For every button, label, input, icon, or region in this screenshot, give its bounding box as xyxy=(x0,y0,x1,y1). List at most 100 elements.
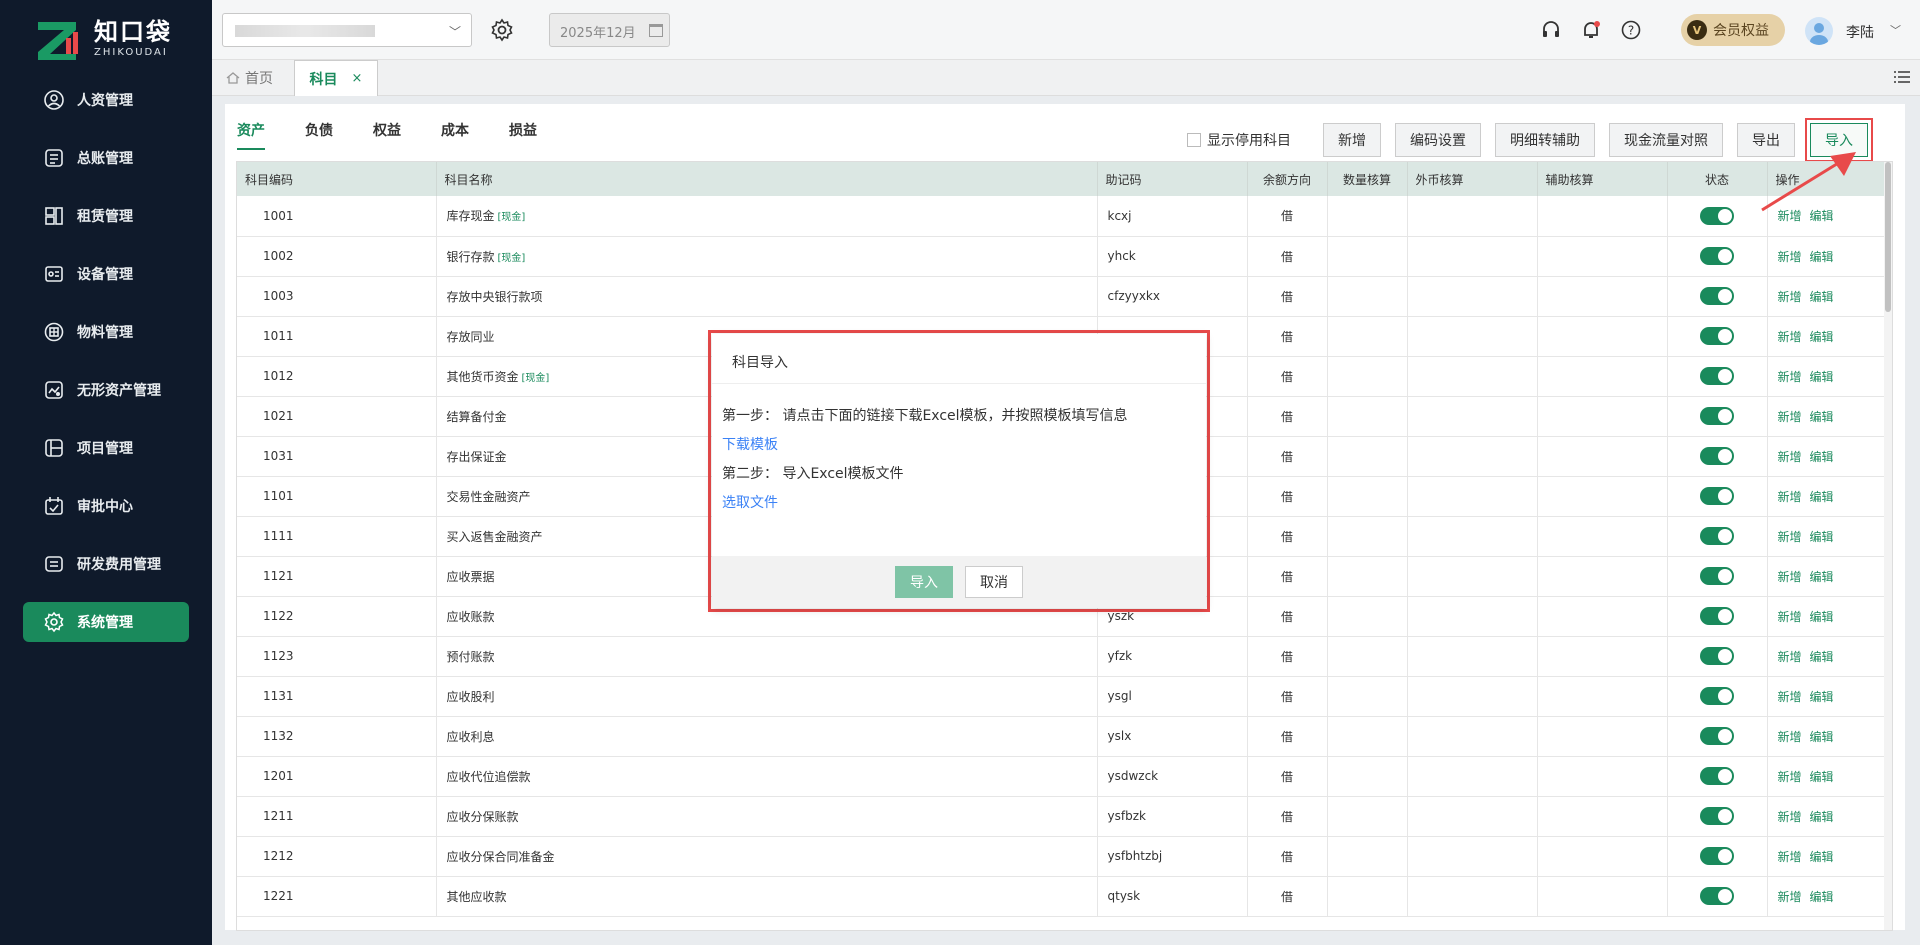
show-disabled-checkbox[interactable]: 显示停用科目 xyxy=(1187,130,1291,150)
sidebar-item-9[interactable]: 系统管理 xyxy=(23,602,189,642)
row-add-link[interactable]: 新增 xyxy=(1778,730,1802,744)
sidebar-item-8[interactable]: 研发费用管理 xyxy=(23,544,189,584)
download-template-link[interactable]: 下载模板 xyxy=(722,431,1206,460)
sidebar-item-3[interactable]: 设备管理 xyxy=(23,254,189,294)
scrollbar-thumb[interactable] xyxy=(1885,162,1891,312)
dialog-cancel-button[interactable]: 取消 xyxy=(965,566,1023,598)
table-row[interactable]: 1002 银行存款 [现金] yhck 借新增 编辑 xyxy=(237,236,1892,277)
sidebar-item-1[interactable]: 总账管理 xyxy=(23,138,189,178)
status-toggle[interactable] xyxy=(1700,407,1734,425)
row-edit-link[interactable]: 编辑 xyxy=(1810,250,1834,264)
row-add-link[interactable]: 新增 xyxy=(1778,530,1802,544)
row-add-link[interactable]: 新增 xyxy=(1778,490,1802,504)
tabs-list-menu-icon[interactable] xyxy=(1894,70,1910,84)
sidebar-item-2[interactable]: 租赁管理 xyxy=(23,196,189,236)
dialog-import-button[interactable]: 导入 xyxy=(895,566,953,598)
status-toggle[interactable] xyxy=(1700,887,1734,905)
sidebar-item-5[interactable]: 无形资产管理 xyxy=(23,370,189,410)
detail-to-aux-button[interactable]: 明细转辅助 xyxy=(1495,123,1595,157)
row-add-link[interactable]: 新增 xyxy=(1778,650,1802,664)
status-toggle[interactable] xyxy=(1700,687,1734,705)
status-toggle[interactable] xyxy=(1700,567,1734,585)
sidebar-item-6[interactable]: 项目管理 xyxy=(23,428,189,468)
chevron-down-icon[interactable]: ﹀ xyxy=(1890,22,1901,38)
table-row[interactable]: 1221 其他应收款 qtysk 借 新增 编辑 xyxy=(237,876,1892,917)
status-toggle[interactable] xyxy=(1700,206,1734,225)
status-toggle[interactable] xyxy=(1700,287,1734,305)
row-add-link[interactable]: 新增 xyxy=(1778,370,1802,384)
row-edit-link[interactable]: 编辑 xyxy=(1810,490,1834,504)
row-edit-link[interactable]: 编辑 xyxy=(1810,450,1834,464)
row-add-link[interactable]: 新增 xyxy=(1778,690,1802,704)
status-toggle[interactable] xyxy=(1700,847,1734,865)
sidebar-item-0[interactable]: 人资管理 xyxy=(23,80,189,120)
avatar[interactable] xyxy=(1805,17,1833,45)
row-edit-link[interactable]: 编辑 xyxy=(1810,570,1834,584)
close-icon[interactable]: × xyxy=(352,71,363,86)
status-toggle[interactable] xyxy=(1700,527,1734,545)
table-row[interactable]: 1123 预付账款 yfzk 借 新增 编辑 xyxy=(237,636,1892,677)
tab-subjects[interactable]: 科目 × xyxy=(294,60,378,96)
row-edit-link[interactable]: 编辑 xyxy=(1810,690,1834,704)
company-select[interactable]: ﹀ xyxy=(222,13,472,47)
help-question-icon[interactable]: ? xyxy=(1620,19,1642,41)
select-file-link[interactable]: 选取文件 xyxy=(722,489,1206,518)
category-tab-3[interactable]: 成本 xyxy=(441,120,469,150)
status-toggle[interactable] xyxy=(1700,807,1734,825)
row-edit-link[interactable]: 编辑 xyxy=(1810,730,1834,744)
row-add-link[interactable]: 新增 xyxy=(1778,410,1802,424)
table-scrollbar[interactable] xyxy=(1884,162,1892,930)
row-edit-link[interactable]: 编辑 xyxy=(1810,290,1834,304)
status-toggle[interactable] xyxy=(1700,727,1734,745)
row-edit-link[interactable]: 编辑 xyxy=(1810,410,1834,424)
row-add-link[interactable]: 新增 xyxy=(1778,610,1802,624)
notification-bell-icon[interactable] xyxy=(1580,19,1602,41)
category-tab-0[interactable]: 资产 xyxy=(237,120,265,150)
headset-icon[interactable] xyxy=(1540,19,1562,41)
add-button[interactable]: 新增 xyxy=(1323,123,1381,157)
row-add-link[interactable]: 新增 xyxy=(1778,570,1802,584)
row-edit-link[interactable]: 编辑 xyxy=(1810,370,1834,384)
row-add-link[interactable]: 新增 xyxy=(1778,890,1802,904)
status-toggle[interactable] xyxy=(1700,247,1734,265)
row-add-link[interactable]: 新增 xyxy=(1778,810,1802,824)
vip-benefits-button[interactable]: V 会员权益 xyxy=(1681,14,1785,46)
status-toggle[interactable] xyxy=(1700,767,1734,785)
username[interactable]: 李陆 xyxy=(1846,22,1874,42)
status-toggle[interactable] xyxy=(1700,647,1734,665)
table-row[interactable]: 1131 应收股利 ysgl 借 新增 编辑 xyxy=(237,676,1892,717)
table-row[interactable]: 1201 应收代位追偿款 ysdwzck 借 新增 编辑 xyxy=(237,756,1892,797)
row-edit-link[interactable]: 编辑 xyxy=(1810,770,1834,784)
sidebar-item-7[interactable]: 审批中心 xyxy=(23,486,189,526)
row-add-link[interactable]: 新增 xyxy=(1778,450,1802,464)
status-toggle[interactable] xyxy=(1700,607,1734,625)
cashflow-mapping-button[interactable]: 现金流量对照 xyxy=(1609,123,1723,157)
row-add-link[interactable]: 新增 xyxy=(1778,330,1802,344)
row-add-link[interactable]: 新增 xyxy=(1778,250,1802,264)
category-tab-4[interactable]: 损益 xyxy=(509,120,537,150)
status-toggle[interactable] xyxy=(1700,327,1734,345)
company-settings-gear-icon[interactable] xyxy=(490,18,514,42)
category-tab-1[interactable]: 负债 xyxy=(305,120,333,150)
table-row[interactable]: 1001 库存现金 [现金] kcxj 借新增 编辑 xyxy=(237,196,1892,237)
row-add-link[interactable]: 新增 xyxy=(1778,770,1802,784)
checkbox-box[interactable] xyxy=(1187,133,1201,147)
row-edit-link[interactable]: 编辑 xyxy=(1810,890,1834,904)
status-toggle[interactable] xyxy=(1700,447,1734,465)
sidebar-item-4[interactable]: 物料管理 xyxy=(23,312,189,352)
row-add-link[interactable]: 新增 xyxy=(1778,850,1802,864)
tab-home[interactable]: 首页 xyxy=(226,60,273,96)
row-edit-link[interactable]: 编辑 xyxy=(1810,850,1834,864)
table-row[interactable]: 1003 存放中央银行款项 cfzyyxkx 借 新增 编辑 xyxy=(237,276,1892,317)
row-edit-link[interactable]: 编辑 xyxy=(1810,330,1834,344)
row-add-link[interactable]: 新增 xyxy=(1778,290,1802,304)
table-row[interactable]: 1132 应收利息 yslx 借 新增 编辑 xyxy=(237,716,1892,757)
period-picker[interactable]: 2025年12月 xyxy=(549,13,670,47)
row-edit-link[interactable]: 编辑 xyxy=(1810,530,1834,544)
row-edit-link[interactable]: 编辑 xyxy=(1810,650,1834,664)
code-settings-button[interactable]: 编码设置 xyxy=(1395,123,1481,157)
row-edit-link[interactable]: 编辑 xyxy=(1810,610,1834,624)
table-row[interactable]: 1212 应收分保合同准备金 ysfbhtzbj 借 新增 编辑 xyxy=(237,836,1892,877)
row-edit-link[interactable]: 编辑 xyxy=(1810,810,1834,824)
table-row[interactable]: 1211 应收分保账款 ysfbzk 借 新增 编辑 xyxy=(237,796,1892,837)
